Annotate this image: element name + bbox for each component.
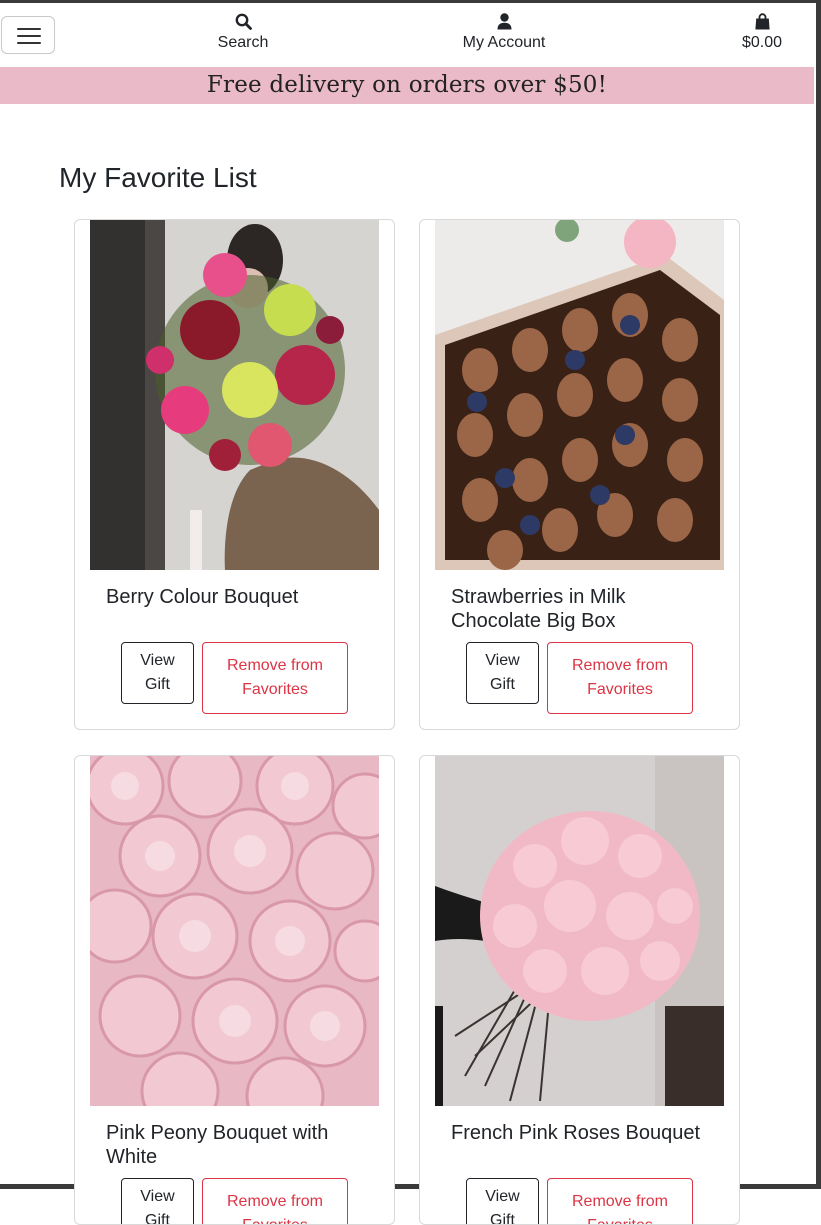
favorite-card: Pink Peony Bouquet with White View Gift …	[74, 755, 395, 1225]
pink-roses-photo	[435, 756, 724, 1106]
search-label: Search	[217, 34, 269, 51]
remove-from-favorites-button[interactable]: Remove from Favorites	[202, 1178, 348, 1224]
product-name: Berry Colour Bouquet	[106, 586, 299, 608]
cart-link[interactable]: $0.00	[736, 13, 788, 52]
window-frame-right	[816, 0, 821, 1189]
bouquet-photo	[90, 220, 379, 570]
favorite-card: French Pink Roses Bouquet View Gift Remo…	[419, 755, 740, 1225]
chocolate-strawberries-photo	[435, 220, 724, 570]
top-navbar: Search My Account $0.00	[0, 3, 816, 67]
pink-peony-photo	[90, 756, 379, 1106]
view-gift-button[interactable]: View Gift	[121, 1178, 194, 1224]
shopping-bag-icon	[754, 13, 770, 30]
menu-icon-bar	[17, 35, 41, 37]
search-link[interactable]: Search	[213, 13, 273, 52]
view-gift-button[interactable]: View Gift	[466, 642, 539, 704]
product-name: French Pink Roses Bouquet	[451, 1122, 701, 1144]
view-gift-button[interactable]: View Gift	[121, 642, 194, 704]
cart-total: $0.00	[741, 34, 783, 51]
menu-icon-bar	[17, 28, 41, 30]
search-icon	[235, 13, 252, 30]
remove-from-favorites-button[interactable]: Remove from Favorites	[202, 642, 348, 714]
product-image[interactable]	[435, 220, 724, 570]
product-image[interactable]	[435, 756, 724, 1106]
product-name: Strawberries in Milk Chocolate Big Box	[451, 586, 626, 632]
product-name: Pink Peony Bouquet with White	[106, 1122, 329, 1168]
favorite-card: Strawberries in Milk Chocolate Big Box V…	[419, 219, 740, 730]
my-account-label: My Account	[462, 34, 546, 51]
remove-from-favorites-button[interactable]: Remove from Favorites	[547, 1178, 693, 1224]
page-title: My Favorite List	[59, 162, 257, 193]
menu-toggle-button[interactable]	[1, 16, 55, 54]
my-account-link[interactable]: My Account	[456, 13, 552, 52]
favorite-card: Berry Colour Bouquet View Gift Remove fr…	[74, 219, 395, 730]
user-icon	[497, 13, 511, 30]
menu-icon-bar	[17, 42, 41, 44]
view-gift-button[interactable]: View Gift	[466, 1178, 539, 1224]
product-image[interactable]	[90, 756, 379, 1106]
remove-from-favorites-button[interactable]: Remove from Favorites	[547, 642, 693, 714]
product-image[interactable]	[90, 220, 379, 570]
delivery-banner: Free delivery on orders over $50!	[0, 67, 814, 104]
